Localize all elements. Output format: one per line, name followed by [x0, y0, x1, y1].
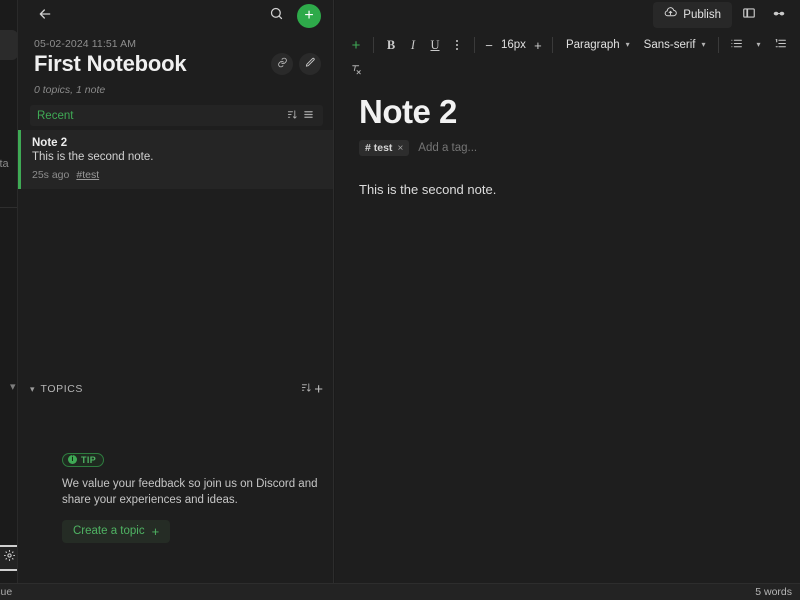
more-options-button[interactable]: [446, 33, 468, 57]
link-icon: [277, 55, 288, 73]
note-tag[interactable]: #test: [76, 169, 99, 181]
font-size-stepper: − 16px +: [481, 38, 546, 53]
edit-notebook-button[interactable]: [299, 53, 321, 75]
pencil-icon: [305, 55, 316, 73]
toolbar-separator: [551, 37, 553, 53]
copy-link-button[interactable]: [271, 53, 293, 75]
publish-button[interactable]: Publish: [653, 2, 732, 28]
sort-descending-icon: [287, 107, 298, 125]
back-button[interactable]: [34, 5, 56, 27]
chevron-down-icon[interactable]: ▾: [10, 380, 16, 393]
beta-badge: Beta: [0, 158, 9, 170]
insert-block-button[interactable]: +: [345, 33, 367, 57]
tip-text: We value your feedback so join us on Dis…: [62, 477, 318, 507]
toolbar-separator: [373, 37, 374, 53]
settings-button[interactable]: [0, 545, 17, 571]
notebook-list-panel: + 05-02-2024 11:51 AM First Notebook 0 t…: [18, 0, 334, 583]
recent-label[interactable]: Recent: [37, 110, 284, 122]
search-icon: [269, 6, 284, 26]
create-topic-label: Create a topic: [73, 525, 145, 538]
search-button[interactable]: [265, 5, 287, 27]
bulleted-list-icon: [730, 37, 743, 53]
plus-icon: +: [151, 523, 160, 539]
notebook-title: First Notebook: [34, 51, 187, 76]
font-size-decrease-button[interactable]: −: [483, 38, 495, 53]
tag-row: # test ×: [359, 140, 800, 156]
editor-topbar: Publish: [335, 0, 800, 30]
block-type-label: Paragraph: [565, 39, 620, 51]
note-snippet: This is the second note.: [32, 151, 154, 163]
more-vertical-icon: [456, 40, 458, 50]
toolbar-separator: [474, 37, 475, 53]
recent-section-header: Recent: [30, 105, 323, 126]
app-rail: Beta ▾: [0, 0, 18, 583]
plus-icon: +: [304, 7, 314, 24]
tag-chip[interactable]: # test ×: [359, 140, 410, 156]
font-size-increase-button[interactable]: +: [532, 38, 544, 53]
note-title: Note 2: [32, 137, 68, 149]
document-area: Note 2 # test × This is the second note.: [335, 83, 800, 200]
topics-section-header: ▾ TOPICS +: [30, 380, 323, 398]
clear-formatting-button[interactable]: [345, 59, 367, 83]
list-options-button[interactable]: ▾: [747, 33, 769, 57]
ordered-list-icon: [774, 37, 787, 53]
notebook-header: 05-02-2024 11:51 AM First Notebook 0 top…: [18, 32, 333, 96]
report-issue-link[interactable]: ssue: [0, 586, 755, 598]
ordered-list-button[interactable]: [769, 33, 791, 57]
note-footer: 25s ago #test: [32, 169, 321, 181]
toolbar-separator: [718, 37, 720, 53]
document-body[interactable]: This is the second note.: [359, 180, 800, 200]
info-icon: i: [68, 455, 77, 464]
chevron-down-icon: ▾: [756, 40, 761, 49]
chevron-down-icon: ▾: [625, 40, 630, 49]
tag-chip-label: # test: [365, 142, 393, 154]
note-list-item[interactable]: Note 2 This is the second note. 25s ago …: [18, 130, 333, 189]
note-timestamp: 25s ago: [32, 169, 70, 181]
status-bar: ssue 5 words: [0, 583, 800, 600]
tip-badge-label: TIP: [81, 454, 97, 465]
bold-button[interactable]: B: [380, 33, 402, 57]
document-title[interactable]: Note 2: [359, 93, 800, 131]
block-type-dropdown[interactable]: Paragraph ▾: [559, 33, 637, 57]
gear-icon: [3, 549, 16, 567]
tip-badge: i TIP: [62, 452, 105, 467]
chevron-down-icon[interactable]: ▾: [30, 384, 35, 395]
word-count: 5 words: [755, 586, 792, 598]
underline-button[interactable]: U: [424, 33, 446, 57]
publish-label: Publish: [683, 9, 721, 21]
font-family-label: Sans-serif: [643, 39, 696, 51]
arrow-left-icon: [37, 6, 53, 27]
clear-formatting-icon: [350, 63, 363, 79]
topics-label: TOPICS: [40, 383, 84, 395]
rail-workspace-card[interactable]: [0, 30, 17, 60]
editor-panel: Publish + B I U − 16px + Paragraph ▾ San…: [335, 0, 800, 583]
bulleted-list-button[interactable]: [725, 33, 747, 57]
create-topic-button[interactable]: Create a topic +: [62, 519, 171, 543]
cloud-upload-icon: [664, 6, 678, 24]
italic-button[interactable]: I: [402, 33, 424, 57]
notebook-date: 05-02-2024 11:51 AM: [34, 38, 137, 50]
notebook-meta: 0 topics, 1 note: [34, 84, 106, 96]
add-topic-button[interactable]: +: [314, 382, 323, 397]
view-mode-button[interactable]: [300, 108, 316, 124]
split-view-button[interactable]: [736, 4, 762, 26]
chevron-down-icon: ▾: [701, 40, 706, 49]
split-view-icon: [742, 6, 756, 25]
notebook-title-row: First Notebook: [34, 51, 321, 77]
topics-sort-button[interactable]: [298, 381, 314, 397]
glasses-icon: [772, 6, 786, 25]
reading-mode-button[interactable]: [766, 4, 792, 26]
sort-button[interactable]: [284, 108, 300, 124]
formatting-toolbar: + B I U − 16px + Paragraph ▾ Sans-serif …: [335, 30, 800, 83]
font-family-dropdown[interactable]: Sans-serif ▾: [637, 33, 713, 57]
list-topbar: +: [18, 0, 333, 32]
font-size-value[interactable]: 16px: [501, 39, 526, 51]
list-view-icon: [303, 107, 314, 125]
rail-divider: [0, 207, 17, 208]
close-icon[interactable]: ×: [397, 143, 403, 154]
add-tag-input[interactable]: [418, 142, 549, 154]
sort-descending-icon: [301, 380, 312, 398]
tip-card: i TIP We value your feedback so join us …: [62, 448, 322, 543]
add-note-button[interactable]: +: [297, 4, 321, 28]
